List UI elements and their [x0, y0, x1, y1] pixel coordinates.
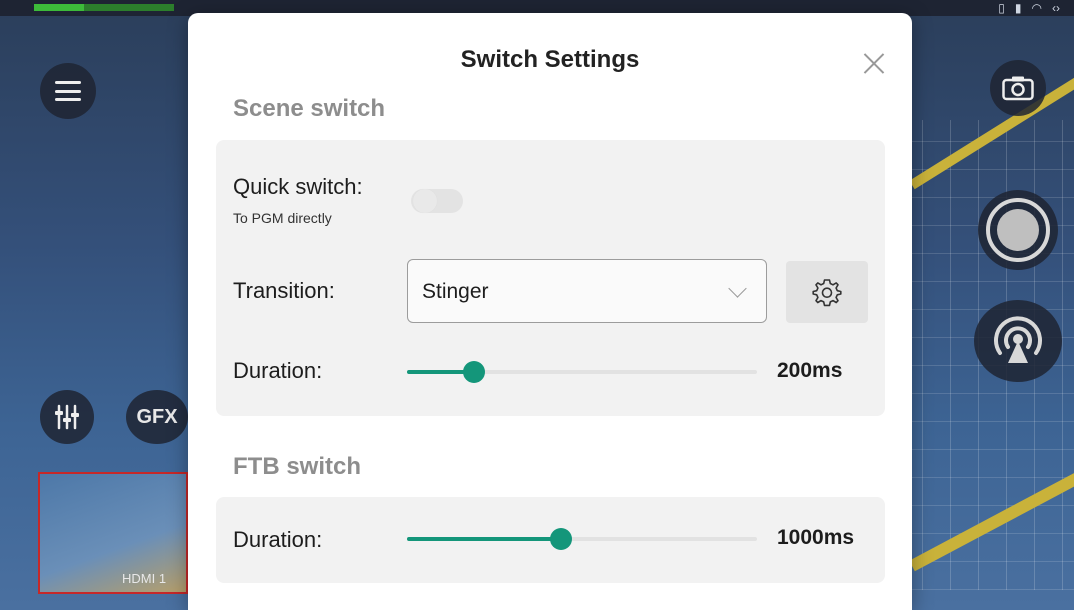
- snapshot-button[interactable]: [990, 60, 1046, 116]
- record-icon: [986, 198, 1050, 262]
- gfx-button[interactable]: GFX: [126, 390, 188, 444]
- wifi-icon: ◠: [1031, 1, 1042, 15]
- battery-icon: ▮: [1014, 1, 1022, 15]
- ftb-duration-value: 1000ms: [777, 526, 855, 549]
- audio-level-meter: [34, 4, 174, 11]
- sd-card-icon: ▯: [998, 1, 1005, 15]
- audio-mixer-button[interactable]: [40, 390, 94, 444]
- gear-icon: [812, 279, 842, 307]
- mixer-sliders-icon: [55, 404, 79, 430]
- scene-duration-value: 200ms: [777, 359, 843, 382]
- live-stream-button[interactable]: [974, 300, 1062, 382]
- scene-switch-card: Quick switch: To PGM directly Transition…: [216, 140, 885, 416]
- camera-icon: [1002, 76, 1034, 101]
- record-button[interactable]: [978, 190, 1058, 270]
- slider-thumb[interactable]: [462, 361, 485, 383]
- close-icon[interactable]: [862, 51, 886, 75]
- dialog-title: Switch Settings: [460, 46, 640, 73]
- quick-switch-toggle[interactable]: [411, 189, 463, 213]
- transition-label: Transition:: [233, 278, 335, 303]
- ethernet-icon: ‹›: [1052, 1, 1060, 15]
- transition-value: Stinger: [422, 280, 489, 303]
- menu-button[interactable]: [40, 63, 96, 119]
- transition-settings-button[interactable]: [786, 261, 868, 323]
- source-thumbnail[interactable]: HDMI 1: [38, 472, 188, 594]
- source-label: HDMI 1: [122, 571, 167, 586]
- scene-duration-label: Duration:: [233, 358, 323, 383]
- toggle-knob: [413, 189, 437, 213]
- chevron-down-icon: [728, 279, 747, 298]
- ftb-switch-heading: FTB switch: [233, 453, 362, 480]
- broadcast-icon: [994, 316, 1042, 363]
- gfx-label: GFX: [136, 405, 178, 428]
- quick-switch-label: Quick switch:: [233, 174, 363, 199]
- transition-select[interactable]: Stinger: [407, 259, 767, 323]
- scene-switch-heading: Scene switch: [233, 95, 386, 122]
- ftb-duration-label: Duration:: [233, 527, 323, 552]
- ftb-switch-card: Duration: 1000ms: [216, 497, 885, 583]
- hamburger-icon: [55, 81, 81, 101]
- ftb-duration-slider[interactable]: [407, 527, 757, 551]
- scene-duration-slider[interactable]: [407, 360, 757, 384]
- slider-thumb[interactable]: [550, 528, 572, 550]
- switch-settings-dialog: Switch Settings Scene switch Quick switc…: [188, 13, 912, 610]
- quick-switch-sublabel: To PGM directly: [233, 210, 332, 226]
- slider-fill: [407, 537, 561, 541]
